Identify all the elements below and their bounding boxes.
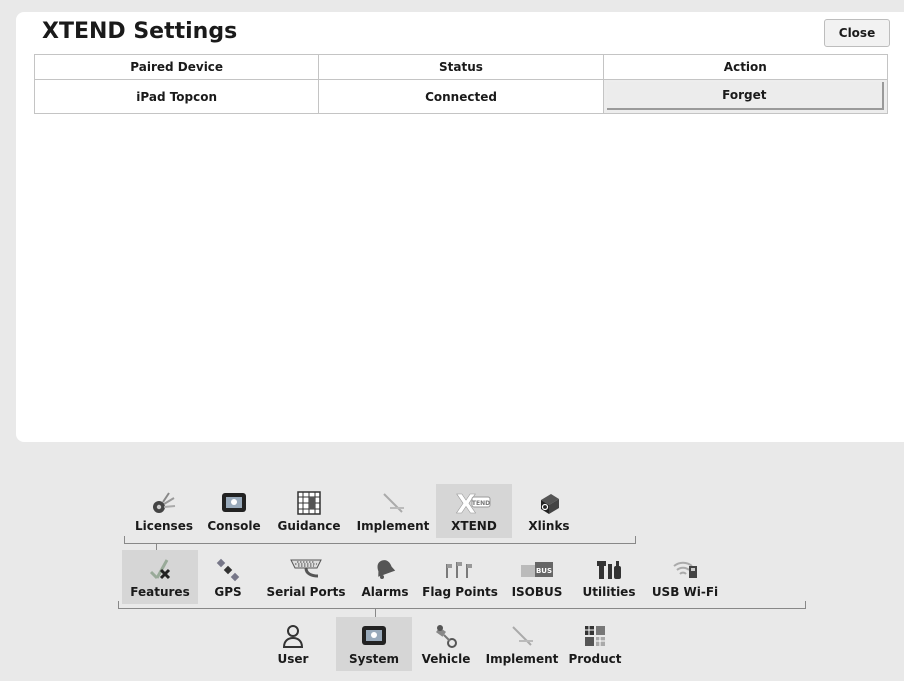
nav-label: Serial Ports xyxy=(266,585,346,599)
xtend-badge: TEND xyxy=(472,500,490,507)
nav-label: Alarms xyxy=(361,585,409,599)
vehicle-icon xyxy=(432,623,460,649)
close-button[interactable]: Close xyxy=(824,19,890,47)
product-icon xyxy=(582,623,608,649)
xlinks-icon xyxy=(535,490,563,516)
isobus-badge: BUS xyxy=(536,567,552,575)
xtend-icon: X TEND xyxy=(454,490,494,516)
flag-points-icon xyxy=(443,556,477,582)
nav-system[interactable]: System xyxy=(336,617,412,671)
nav-utilities[interactable]: Utilities xyxy=(570,550,648,604)
nav-user[interactable]: User xyxy=(266,617,320,671)
guidance-grid-icon xyxy=(296,490,322,516)
implement-icon xyxy=(378,490,408,516)
nav-label: Implement xyxy=(485,652,559,666)
serial-ports-icon xyxy=(288,556,324,582)
user-icon xyxy=(281,623,305,649)
nav-xtend[interactable]: X TEND XTEND xyxy=(436,484,512,538)
nav-label: Console xyxy=(207,519,261,533)
nav-vehicle[interactable]: Vehicle xyxy=(412,617,480,671)
nav-guidance[interactable]: Guidance xyxy=(268,484,350,538)
nav-row-3: User System Vehicle Implement Product xyxy=(266,617,626,671)
nav-alarms[interactable]: Alarms xyxy=(354,550,416,604)
nav-console[interactable]: Console xyxy=(200,484,268,538)
row2-bracket xyxy=(118,601,806,609)
console-icon xyxy=(219,490,249,516)
device-status-cell: Connected xyxy=(318,79,604,114)
features-icon xyxy=(145,556,175,582)
isobus-icon: BUS xyxy=(519,556,555,582)
nav-label: Utilities xyxy=(582,585,636,599)
alarm-bell-icon xyxy=(372,556,398,582)
nav-label: Flag Points xyxy=(422,585,498,599)
nav-flag-points[interactable]: Flag Points xyxy=(416,550,504,604)
implement-icon xyxy=(507,623,537,649)
nav-label: Features xyxy=(130,585,190,599)
nav-row-1: Licenses Console Guidance Implement X TEN… xyxy=(128,484,586,538)
action-cell: Forget xyxy=(602,79,889,114)
utilities-icon xyxy=(594,556,624,582)
nav-label: Vehicle xyxy=(421,652,471,666)
nav-label: Guidance xyxy=(277,519,341,533)
nav-label: Product xyxy=(568,652,622,666)
nav-isobus[interactable]: BUS ISOBUS xyxy=(504,550,570,604)
nav-label: System xyxy=(349,652,399,666)
nav-label: Xlinks xyxy=(528,519,570,533)
row1-bracket xyxy=(124,536,636,544)
gps-satellite-icon xyxy=(214,556,242,582)
paired-devices-table: Paired Device Status Action iPad Topcon … xyxy=(33,54,889,114)
table-header-row: Paired Device Status Action xyxy=(33,54,889,80)
device-name-cell: iPad Topcon xyxy=(33,79,320,114)
nav-label: User xyxy=(277,652,309,666)
nav-serial-ports[interactable]: Serial Ports xyxy=(258,550,354,604)
page-title: XTEND Settings xyxy=(42,19,238,44)
nav-features[interactable]: Features xyxy=(122,550,198,604)
licenses-icon xyxy=(149,490,179,516)
header-paired-device: Paired Device xyxy=(33,54,320,80)
nav-usb-wifi[interactable]: USB Wi-Fi xyxy=(648,550,722,604)
nav-implement-system[interactable]: Implement xyxy=(480,617,564,671)
nav-gps[interactable]: GPS xyxy=(198,550,258,604)
forget-button[interactable]: Forget xyxy=(606,82,884,110)
nav-xlinks[interactable]: Xlinks xyxy=(512,484,586,538)
table-row: iPad Topcon Connected Forget xyxy=(33,79,889,114)
nav-product[interactable]: Product xyxy=(564,617,626,671)
header-status: Status xyxy=(318,54,604,80)
nav-label: USB Wi-Fi xyxy=(651,585,719,599)
usb-wifi-icon xyxy=(670,556,700,582)
nav-label: GPS xyxy=(214,585,242,599)
nav-licenses[interactable]: Licenses xyxy=(128,484,200,538)
row2-stem xyxy=(375,609,376,617)
nav-row-2: Features GPS Serial Ports Alarms Flag Po… xyxy=(122,550,722,604)
nav-implement[interactable]: Implement xyxy=(350,484,436,538)
system-icon xyxy=(359,623,389,649)
nav-label: Licenses xyxy=(135,519,193,533)
nav-label: XTEND xyxy=(451,519,497,533)
nav-label: Implement xyxy=(356,519,430,533)
header-action: Action xyxy=(602,54,889,80)
nav-label: ISOBUS xyxy=(511,585,563,599)
